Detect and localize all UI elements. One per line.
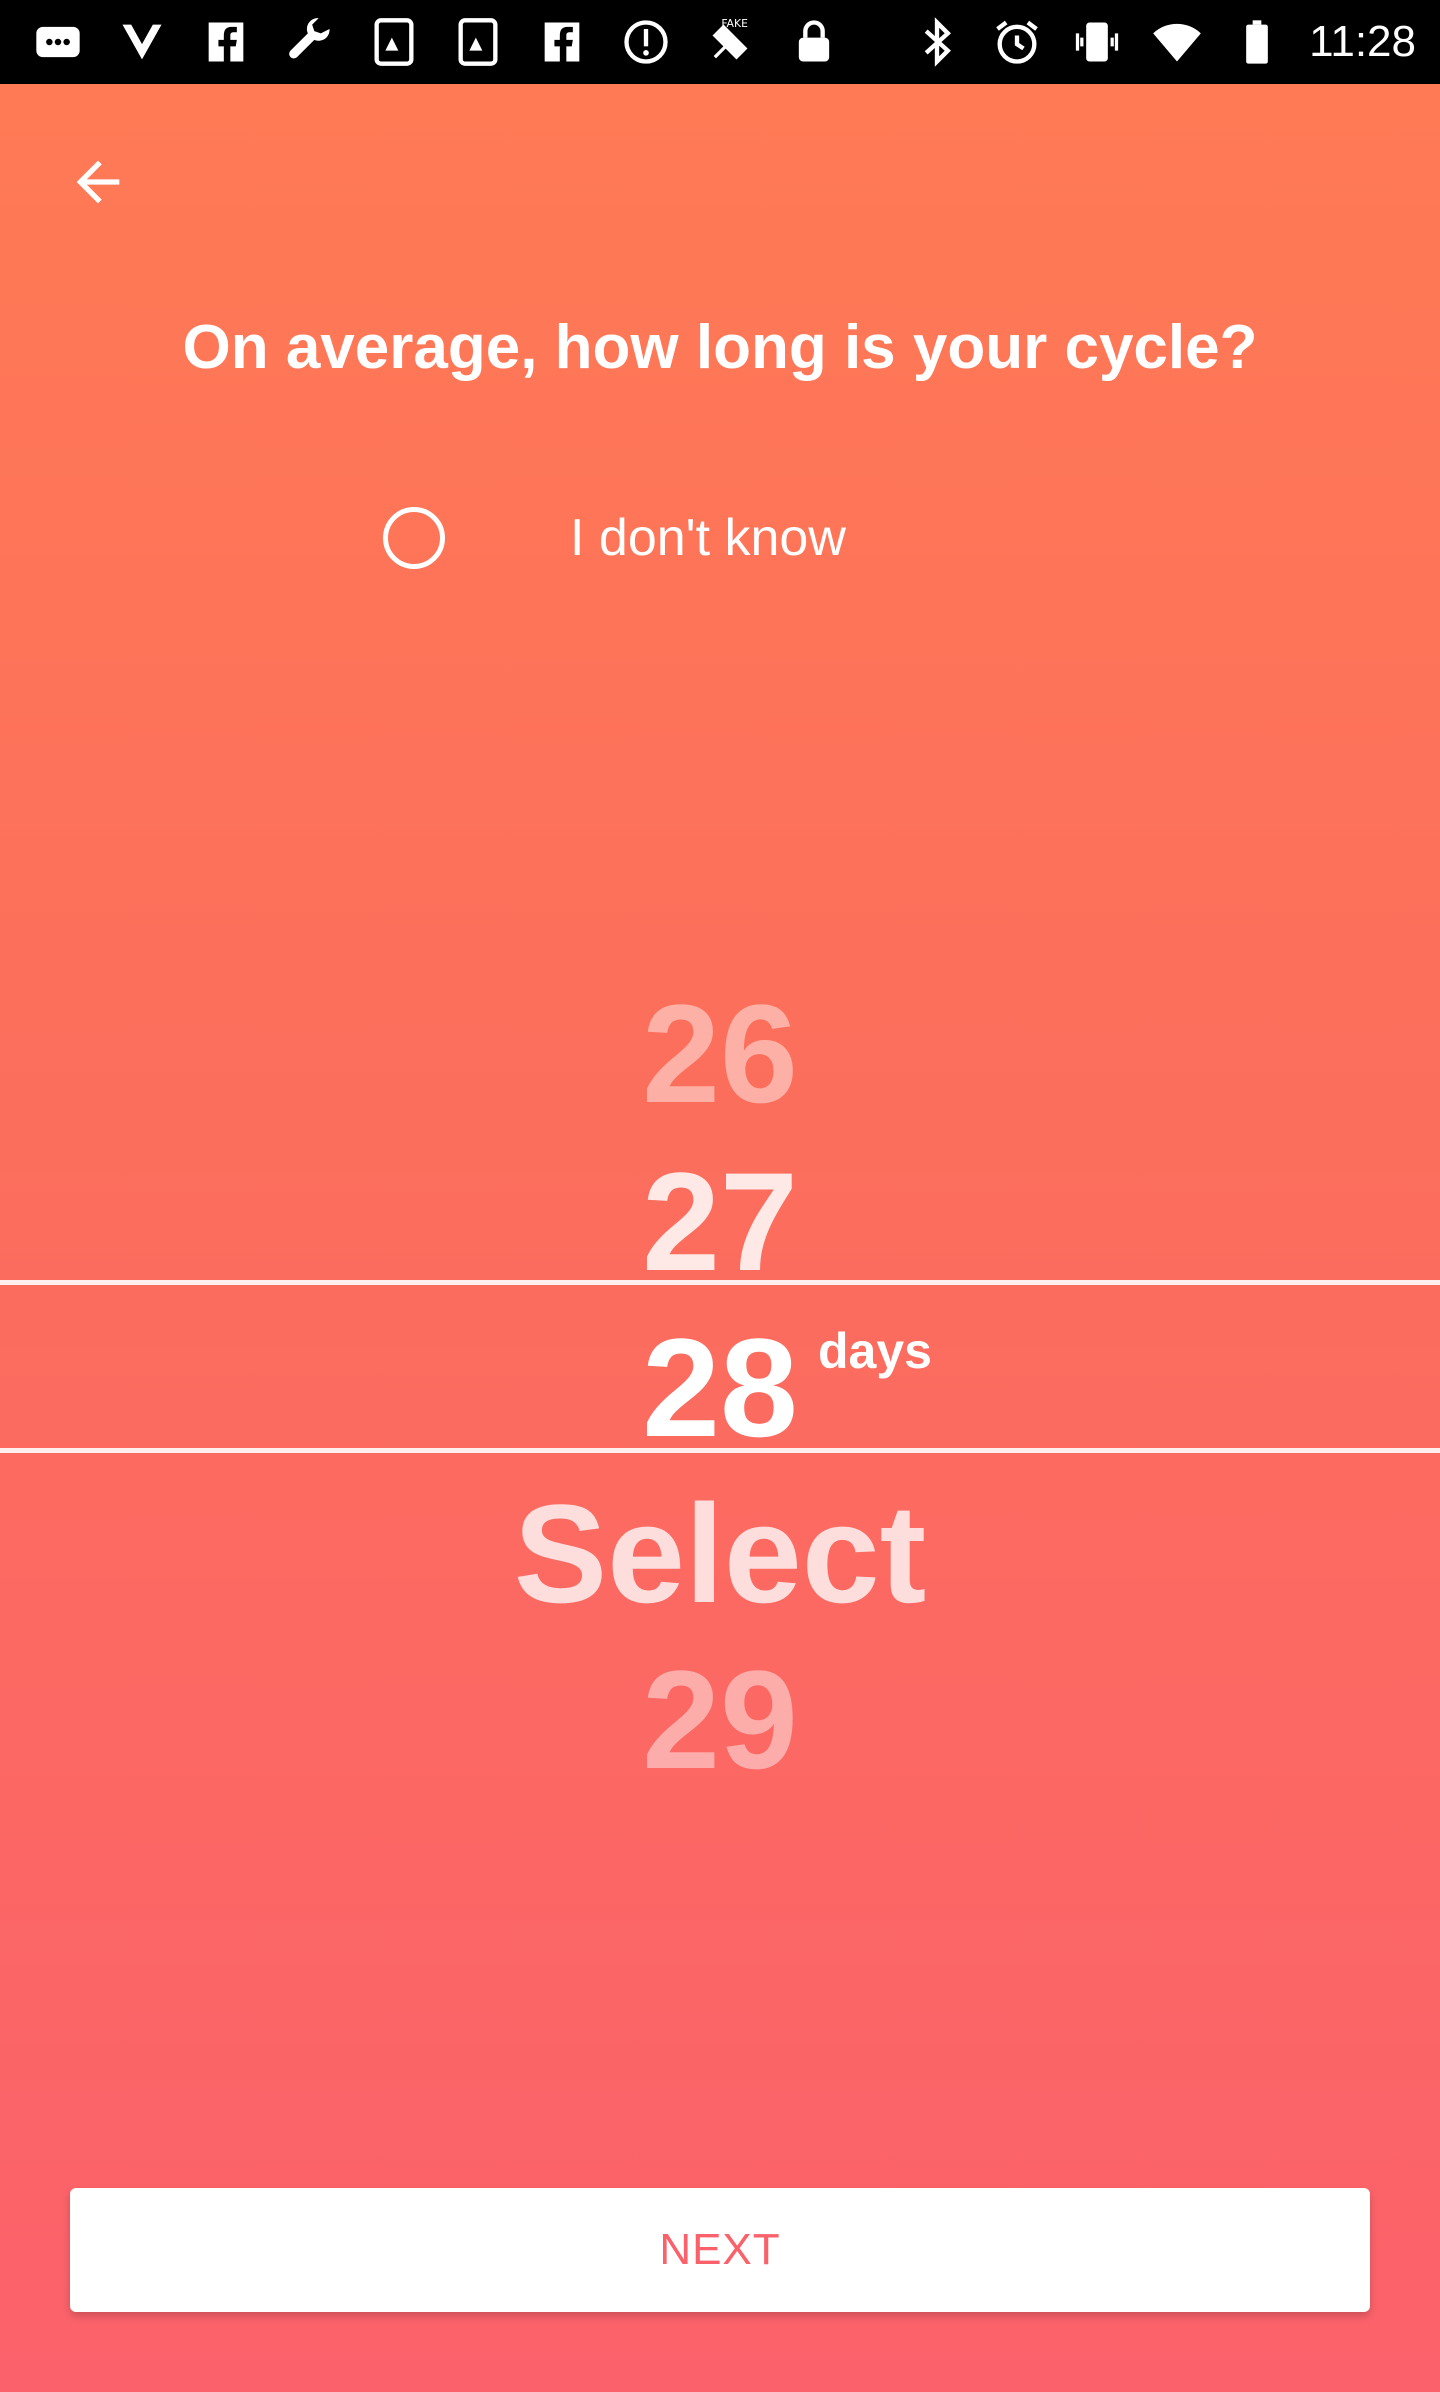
picker-unit-label: days [818, 1323, 932, 1379]
next-button[interactable]: NEXT [70, 2188, 1370, 2312]
clock: 11:28 [1309, 17, 1416, 66]
svg-text:FAKE: FAKE [721, 17, 748, 30]
dont-know-label: I don't know [570, 509, 846, 567]
vpn-icon [114, 14, 170, 70]
vibrate-icon [1069, 14, 1125, 70]
cycle-length-picker[interactable]: 26 27 28 days Select 29 [0, 864, 1440, 1790]
dont-know-radio[interactable] [383, 507, 445, 569]
system-icons: 11:28 [909, 14, 1416, 70]
app-icon [450, 14, 506, 70]
dont-know-option[interactable]: I don't know [380, 498, 1080, 578]
lock-icon [786, 14, 842, 70]
facebook-icon [534, 14, 590, 70]
status-bar: FAKE 11:28 [0, 0, 1440, 84]
alarm-icon [989, 14, 1045, 70]
picker-item[interactable]: 27 [0, 1152, 1440, 1292]
cycle-length-screen: On average, how long is your cycle? I do… [0, 84, 1440, 2392]
notification-icons: FAKE [30, 14, 842, 70]
message-icon [30, 14, 86, 70]
facebook-icon [198, 14, 254, 70]
wifi-icon [1149, 14, 1205, 70]
fake-gps-icon: FAKE [702, 14, 758, 70]
app-icon [366, 14, 422, 70]
back-button[interactable] [58, 142, 138, 222]
picker-item[interactable]: 26 [0, 984, 1440, 1124]
picker-item-selected[interactable]: 28 [0, 1318, 1440, 1458]
arrow-left-icon [76, 160, 120, 204]
selection-divider-bottom [0, 1448, 1440, 1453]
wrench-icon [282, 14, 338, 70]
page-title: On average, how long is your cycle? [182, 313, 1258, 382]
bluetooth-icon [909, 14, 965, 70]
picker-item[interactable]: Select [0, 1484, 1440, 1624]
picker-item[interactable]: 29 [0, 1650, 1440, 1790]
selection-divider-top [0, 1280, 1440, 1285]
battery-icon [1229, 14, 1285, 70]
sync-icon [618, 14, 674, 70]
